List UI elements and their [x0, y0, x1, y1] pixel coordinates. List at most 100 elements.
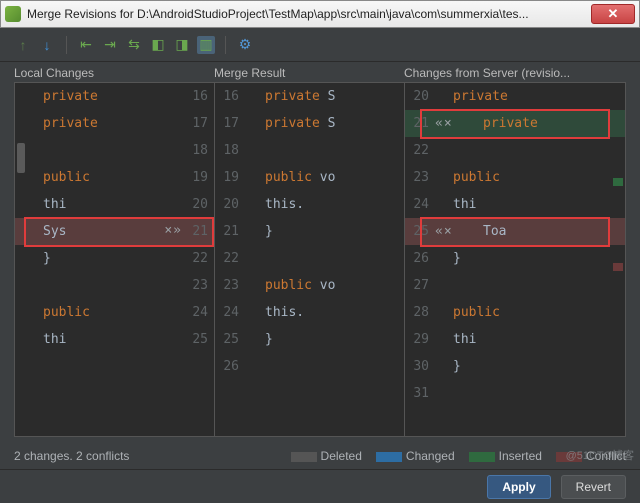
code-row[interactable]: 28public: [405, 299, 625, 326]
code-text: private S: [245, 116, 404, 131]
line-number: 23: [405, 170, 435, 185]
line-number: 18: [215, 143, 245, 158]
revert-button[interactable]: Revert: [561, 475, 626, 499]
line-number: 22: [405, 143, 435, 158]
close-button[interactable]: ✕: [591, 4, 635, 24]
code-row[interactable]: 16private: [15, 83, 214, 110]
settings-icon[interactable]: ⚙: [236, 36, 254, 54]
code-text: public: [15, 305, 184, 320]
code-row[interactable]: 24thi: [405, 191, 625, 218]
push-left-control[interactable]: «×: [435, 116, 465, 131]
merge-pane[interactable]: 16private S17private S1819public vo20thi…: [215, 83, 405, 436]
diff-panes: 16private17private1819public20thi21Sys×»…: [14, 82, 626, 437]
code-row[interactable]: 23public: [405, 164, 625, 191]
toolbar: ↑ ↓ ⇤ ⇥ ⇆ ◧ ◨ ▥ ⚙: [0, 28, 640, 62]
status-text: 2 changes. 2 conflicts: [14, 449, 129, 463]
code-row[interactable]: 21}: [215, 218, 404, 245]
code-row[interactable]: 22: [215, 245, 404, 272]
code-row[interactable]: 18: [15, 137, 214, 164]
code-row[interactable]: 18: [215, 137, 404, 164]
line-number: 28: [405, 305, 435, 320]
code-text: Sys: [15, 224, 184, 239]
line-number: 17: [215, 116, 245, 131]
code-text: public: [435, 170, 625, 185]
line-number: 27: [405, 278, 435, 293]
code-text: thi: [435, 332, 625, 347]
line-number: 29: [405, 332, 435, 347]
code-row[interactable]: 22: [405, 137, 625, 164]
code-text: public: [15, 170, 184, 185]
window-title: Merge Revisions for D:\AndroidStudioProj…: [27, 7, 591, 21]
code-row[interactable]: 20private: [405, 83, 625, 110]
server-header: Changes from Server (revisio...: [404, 66, 626, 80]
apply-nonconflict-icon[interactable]: ⇆: [125, 36, 143, 54]
app-icon: [5, 6, 21, 22]
titlebar: Merge Revisions for D:\AndroidStudioProj…: [0, 0, 640, 28]
push-right-control[interactable]: ×»: [164, 223, 182, 238]
accept-left-icon[interactable]: ⇤: [77, 36, 95, 54]
prev-diff-icon[interactable]: ↑: [14, 36, 32, 54]
line-number: 21: [215, 224, 245, 239]
legend-bar: 2 changes. 2 conflicts Deleted Changed I…: [14, 445, 626, 467]
code-row[interactable]: 31: [405, 380, 625, 407]
code-text: }: [245, 224, 404, 239]
line-number: 31: [405, 386, 435, 401]
code-text: }: [435, 251, 625, 266]
line-number: 25: [215, 332, 245, 347]
code-row[interactable]: 25thi: [15, 326, 214, 353]
line-number: 24: [184, 305, 214, 320]
code-text: private: [435, 89, 625, 104]
code-row[interactable]: 19public: [15, 164, 214, 191]
highlight-mode-icon[interactable]: ▥: [197, 36, 215, 54]
code-row[interactable]: 20this.: [215, 191, 404, 218]
compare-left-icon[interactable]: ◧: [149, 36, 167, 54]
code-row[interactable]: 23public vo: [215, 272, 404, 299]
legend-deleted: Deleted: [291, 449, 362, 463]
code-row[interactable]: 24this.: [215, 299, 404, 326]
line-number: 19: [215, 170, 245, 185]
line-number: 22: [184, 251, 214, 266]
code-text: public vo: [245, 170, 404, 185]
push-left-control[interactable]: «×: [435, 224, 465, 239]
line-number: 25: [405, 224, 435, 239]
code-row[interactable]: 17private S: [215, 110, 404, 137]
compare-right-icon[interactable]: ◨: [173, 36, 191, 54]
code-row[interactable]: 29thi: [405, 326, 625, 353]
code-text: private: [15, 116, 184, 131]
next-diff-icon[interactable]: ↓: [38, 36, 56, 54]
accept-right-icon[interactable]: ⇥: [101, 36, 119, 54]
legend-inserted: Inserted: [469, 449, 542, 463]
line-number: 18: [184, 143, 214, 158]
line-number: 25: [184, 332, 214, 347]
code-text: }: [245, 332, 404, 347]
line-number: 26: [215, 359, 245, 374]
code-row[interactable]: 17private: [15, 110, 214, 137]
line-number: 24: [215, 305, 245, 320]
code-row[interactable]: 25Toa«×: [405, 218, 625, 245]
code-row[interactable]: 23: [15, 272, 214, 299]
code-row[interactable]: 22}: [15, 245, 214, 272]
code-text: public vo: [245, 278, 404, 293]
legend-changed: Changed: [376, 449, 455, 463]
code-row[interactable]: 26}: [405, 245, 625, 272]
code-row[interactable]: 20thi: [15, 191, 214, 218]
code-row[interactable]: 21private«×: [405, 110, 625, 137]
apply-button[interactable]: Apply: [487, 475, 550, 499]
code-row[interactable]: 19public vo: [215, 164, 404, 191]
local-pane[interactable]: 16private17private1819public20thi21Sys×»…: [15, 83, 215, 436]
line-number: 20: [184, 197, 214, 212]
code-text: }: [435, 359, 625, 374]
code-row[interactable]: 16private S: [215, 83, 404, 110]
server-pane[interactable]: 20private21private«×2223public24thi25Toa…: [405, 83, 625, 436]
code-row[interactable]: 26: [215, 353, 404, 380]
code-row[interactable]: 24public: [15, 299, 214, 326]
watermark: @51CTO博客: [566, 447, 634, 463]
code-row[interactable]: 21Sys×»: [15, 218, 214, 245]
line-number: 17: [184, 116, 214, 131]
line-number: 16: [184, 89, 214, 104]
code-text: this.: [245, 305, 404, 320]
code-row[interactable]: 27: [405, 272, 625, 299]
code-text: public: [435, 305, 625, 320]
code-row[interactable]: 30}: [405, 353, 625, 380]
code-row[interactable]: 25}: [215, 326, 404, 353]
